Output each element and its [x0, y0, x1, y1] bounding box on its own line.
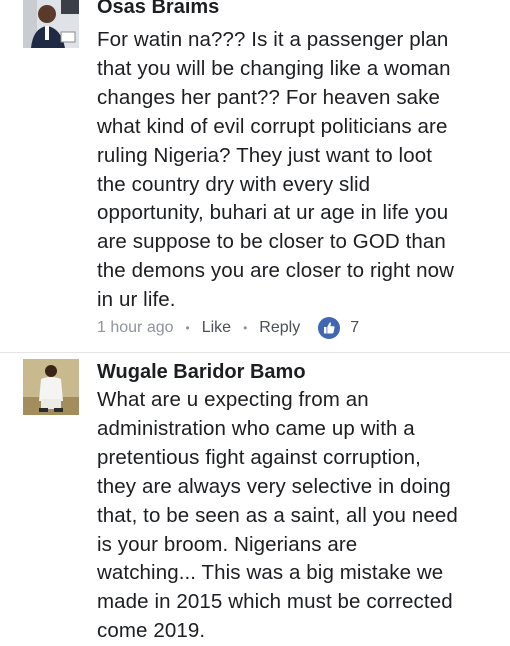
avatar-photo	[23, 0, 79, 48]
comment-line: that, to be seen as a saint, all you nee…	[97, 503, 458, 527]
comment-text: For watin na??? Is it a passenger plan t…	[97, 26, 497, 315]
comment-text: What are u expecting from an administrat…	[97, 386, 497, 646]
comment-line: that you will be changing like a woman	[97, 56, 451, 80]
avatar[interactable]	[23, 359, 79, 415]
comment-line: is your broom. Nigerians are	[97, 532, 358, 556]
comment-line: watching... This was a big mistake we	[97, 561, 444, 585]
comment-line: come 2019.	[97, 619, 206, 643]
avatar-photo	[23, 359, 79, 415]
comment-line: are suppose to be closer to GOD than	[97, 230, 446, 254]
comment: Osas Braims For watin na??? Is it a pass…	[0, 0, 510, 345]
separator-dot: •	[243, 321, 248, 335]
comment-line: changes her pant?? For heaven sake	[97, 85, 441, 109]
comment: Wugale Baridor Bamo What are u expecting…	[0, 355, 510, 642]
avatar[interactable]	[23, 0, 79, 48]
comment-line: what kind of evil corrupt politicians ar…	[97, 114, 448, 138]
comment-line: the country dry with every slid	[97, 172, 371, 196]
comment-line: they are always very selective in doing	[97, 474, 451, 498]
comment-line: For watin na??? Is it a passenger plan	[97, 28, 449, 51]
comment-line: What are u expecting from an	[97, 388, 369, 411]
comment-line: administration who came up with a	[97, 416, 415, 440]
thumbs-up-icon[interactable]	[318, 317, 341, 339]
comment-line: ruling Nigeria? They just want to loot	[97, 143, 433, 167]
comment-timestamp[interactable]: 1 hour ago	[97, 319, 174, 337]
comment-line: the demons you are closer to right now	[97, 259, 455, 283]
comment-author[interactable]: Osas Braims	[97, 0, 219, 19]
reaction-count[interactable]: 7	[350, 319, 359, 337]
comment-divider	[0, 352, 510, 353]
comment-line: opportunity, buhari at ur age in life yo…	[97, 201, 449, 225]
comment-line: in ur life.	[97, 288, 176, 312]
like-button[interactable]: Like	[202, 319, 231, 337]
reply-button[interactable]: Reply	[259, 319, 300, 337]
comment-line: pretentious fight against corruption,	[97, 445, 421, 469]
separator-dot: •	[185, 321, 190, 335]
comment-actions: 1 hour ago • Like • Reply 7	[97, 316, 359, 340]
comment-author[interactable]: Wugale Baridor Bamo	[97, 361, 306, 384]
comment-line: made in 2015 which must be corrected	[97, 590, 453, 614]
